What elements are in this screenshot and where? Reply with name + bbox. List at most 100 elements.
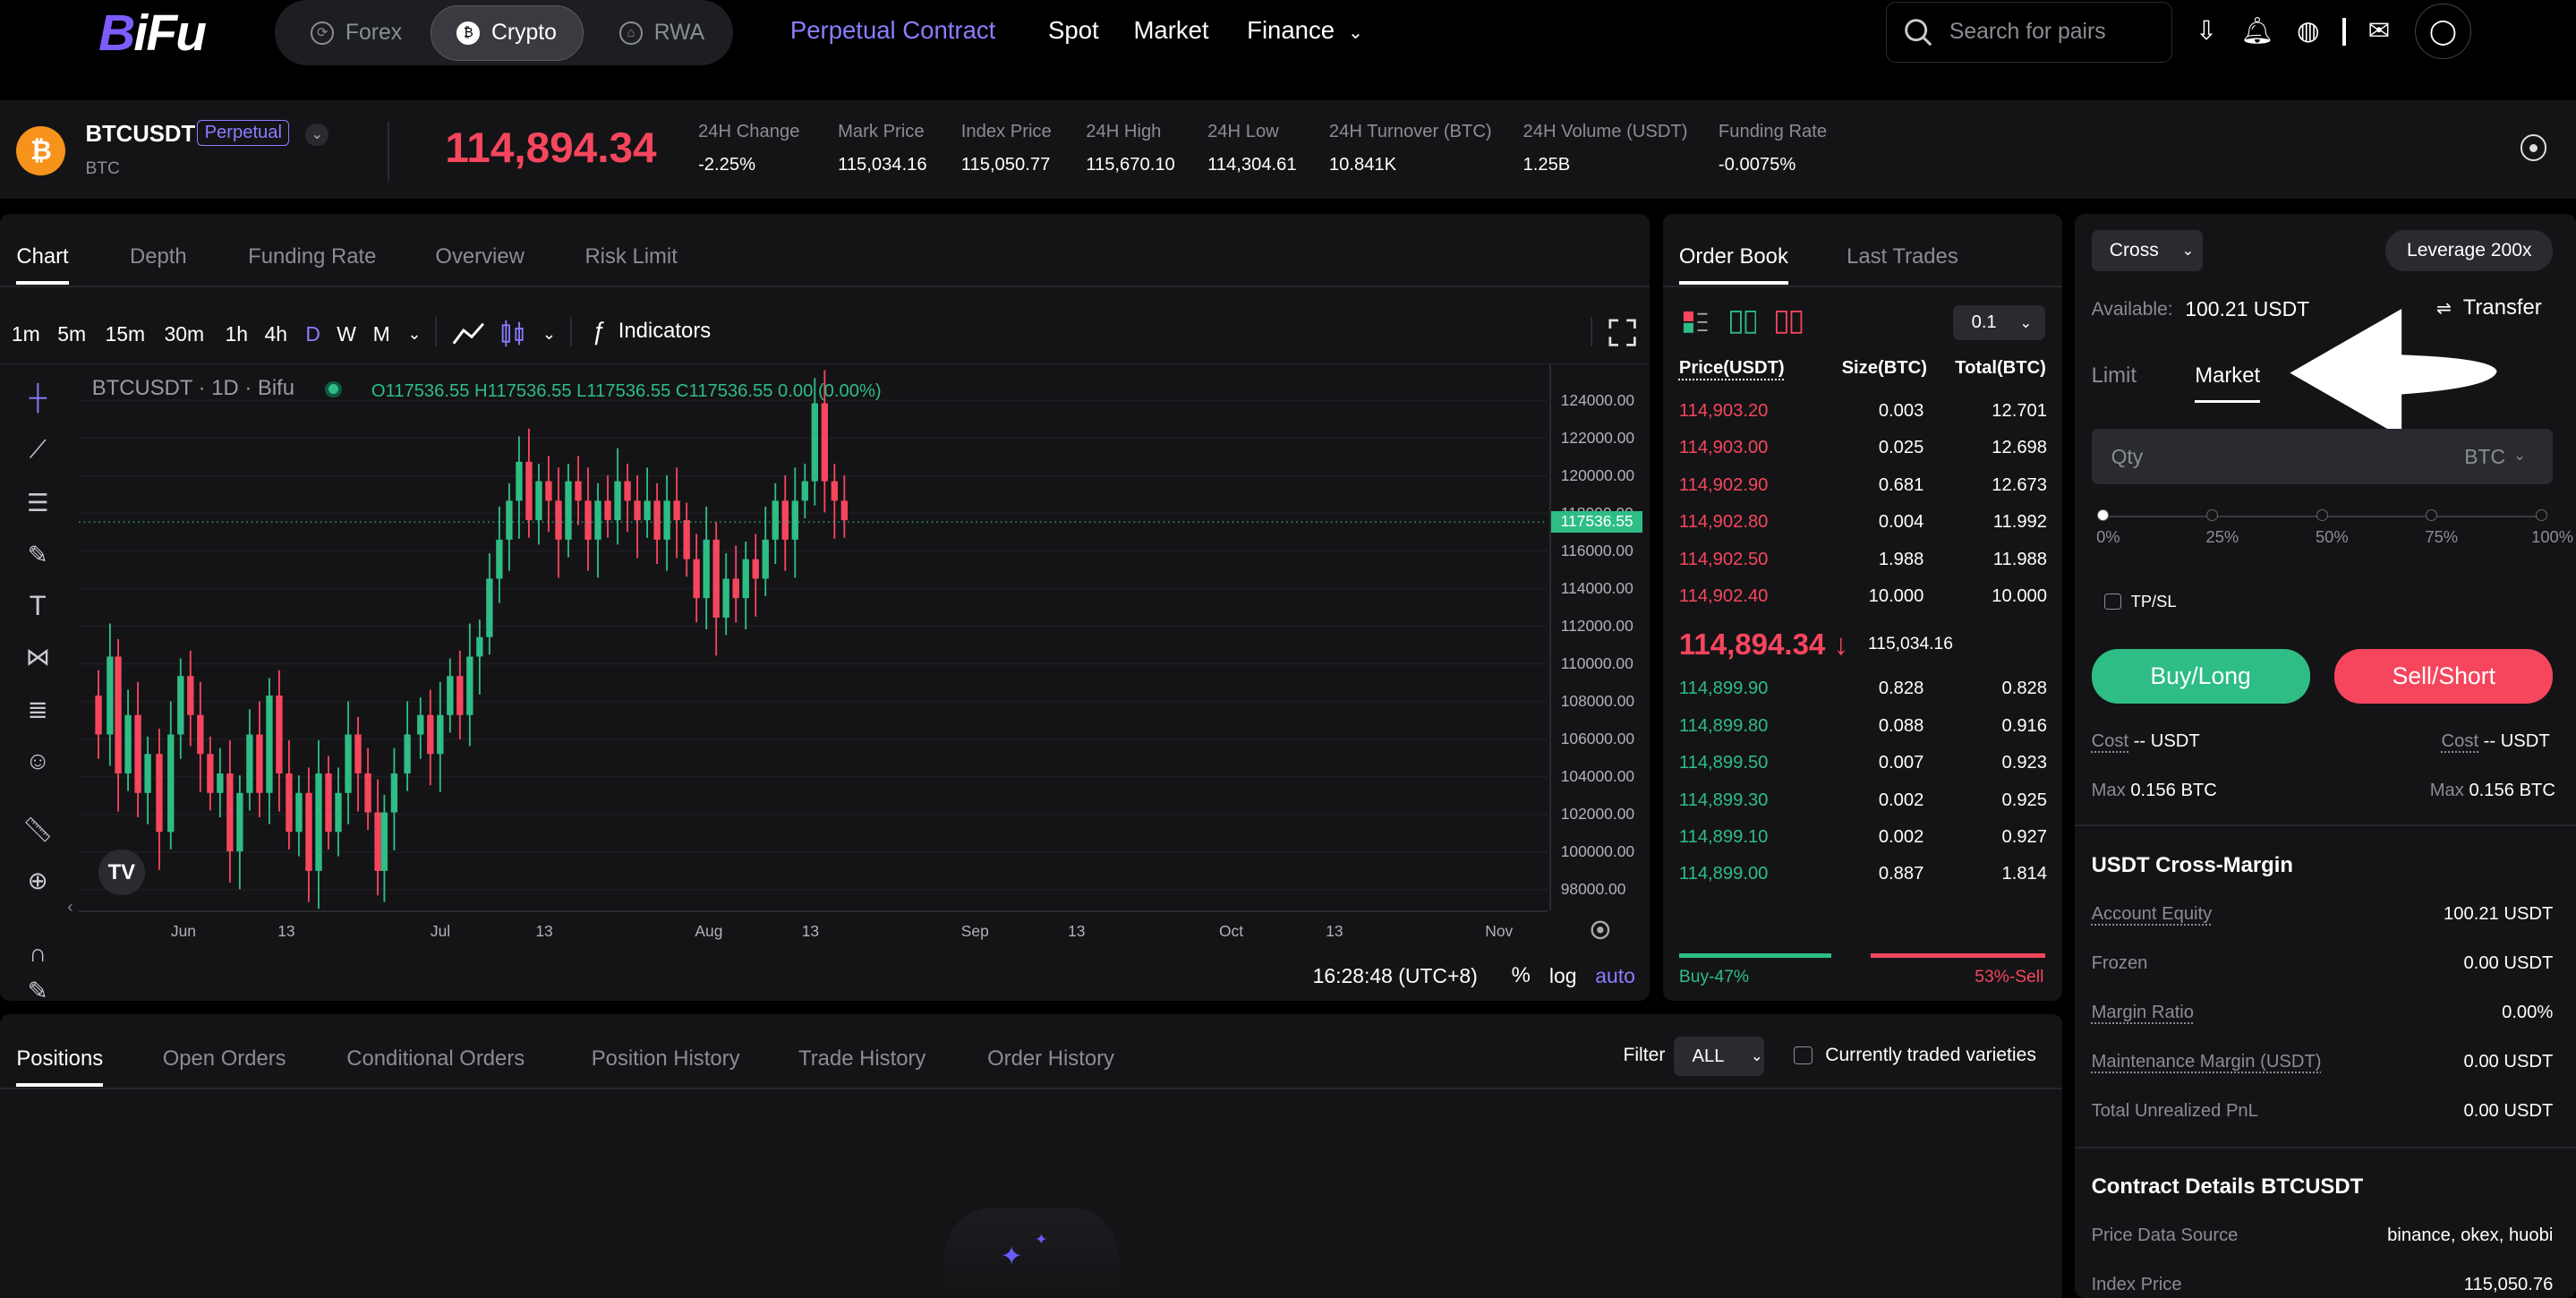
- user-avatar[interactable]: ◯: [2415, 4, 2470, 59]
- crosshair-icon[interactable]: ┼: [20, 380, 55, 415]
- timeframe-m[interactable]: M: [373, 322, 390, 346]
- tab-order-history[interactable]: Order History: [987, 1046, 1114, 1072]
- precision-select[interactable]: 0.1 ⌄: [1953, 305, 2045, 340]
- symbol-dropdown-icon[interactable]: ⌄: [305, 124, 328, 147]
- bid-row[interactable]: 114,899.30 0.002 0.925: [1679, 790, 2047, 814]
- tab-risk-limit[interactable]: Risk Limit: [584, 244, 677, 269]
- book-both-icon[interactable]: [1683, 311, 1709, 334]
- timeframe-30m[interactable]: 30m: [165, 322, 205, 346]
- tab-overview[interactable]: Overview: [435, 244, 524, 269]
- candle-body: [555, 501, 561, 541]
- text-tool-icon[interactable]: T: [20, 588, 55, 624]
- timeframe-more-icon[interactable]: ⌄: [407, 324, 421, 344]
- ask-row[interactable]: 114,902.40 10.000 10.000: [1679, 586, 2047, 610]
- nav-finance[interactable]: Finance ⌄: [1247, 16, 1363, 45]
- magnet-icon[interactable]: ∩: [20, 935, 55, 970]
- candle-body: [167, 735, 174, 833]
- candle-body: [584, 501, 591, 541]
- tab-open-orders[interactable]: Open Orders: [163, 1046, 286, 1072]
- ask-row[interactable]: 114,903.00 0.025 12.698: [1679, 438, 2047, 461]
- candlestick-chart[interactable]: [79, 364, 1548, 909]
- slider-stop[interactable]: [2426, 509, 2437, 521]
- globe-icon[interactable]: ◍: [2292, 15, 2325, 48]
- zoom-in-icon[interactable]: ⊕: [20, 863, 55, 899]
- timeframe-w[interactable]: W: [337, 322, 356, 346]
- slider-stop[interactable]: [2536, 509, 2547, 521]
- timeframe-1m[interactable]: 1m: [12, 322, 40, 346]
- segment-crypto[interactable]: ₿ Crypto: [431, 5, 584, 61]
- line-chart-icon[interactable]: [452, 320, 485, 346]
- tab-funding-rate[interactable]: Funding Rate: [248, 244, 376, 269]
- sell-short-button[interactable]: Sell/Short: [2334, 649, 2553, 704]
- settings-icon[interactable]: [2521, 134, 2546, 160]
- fullscreen-icon[interactable]: [1608, 319, 1636, 346]
- scale-auto[interactable]: auto: [1595, 964, 1635, 988]
- nav-market[interactable]: Market: [1133, 16, 1208, 45]
- horizontal-lines-icon[interactable]: ☰: [20, 484, 55, 520]
- ask-row[interactable]: 114,902.90 0.681 12.673: [1679, 475, 2047, 499]
- pattern-icon[interactable]: ⋈: [20, 639, 55, 675]
- bid-row[interactable]: 114,899.50 0.007 0.923: [1679, 753, 2047, 776]
- mid-mark-price[interactable]: 115,034.16: [1868, 635, 1953, 654]
- bid-row[interactable]: 114,899.00 0.887 1.814: [1679, 864, 2047, 887]
- tab-market[interactable]: Market: [2195, 363, 2260, 389]
- margin-mode-select[interactable]: Cross ⌄: [2092, 230, 2204, 271]
- search-input[interactable]: Search for pairs: [1886, 2, 2171, 63]
- indicators-button[interactable]: ƒ Indicators: [592, 317, 711, 346]
- collapse-toolbar-icon[interactable]: ‹: [67, 897, 73, 917]
- bell-icon[interactable]: 🔔︎: [2241, 15, 2274, 48]
- sparkle-icon: ✦: [1001, 1241, 1023, 1272]
- tab-position-history[interactable]: Position History: [592, 1046, 740, 1072]
- candle-type-icon[interactable]: [499, 319, 525, 348]
- buy-long-button[interactable]: Buy/Long: [2092, 649, 2310, 704]
- timeframe-15m[interactable]: 15m: [105, 322, 145, 346]
- logo[interactable]: BiFu: [98, 4, 205, 63]
- fib-lines-icon[interactable]: ≣: [20, 692, 55, 728]
- qty-unit-select[interactable]: BTC: [2464, 445, 2505, 469]
- lock-drawing-icon[interactable]: ✎: [20, 981, 55, 1001]
- tab-last-trades[interactable]: Last Trades: [1847, 244, 1958, 269]
- timeframe-5m[interactable]: 5m: [57, 322, 86, 346]
- bid-row[interactable]: 114,899.90 0.828 0.828: [1679, 679, 2047, 702]
- bid-row[interactable]: 114,899.80 0.088 0.916: [1679, 716, 2047, 739]
- ask-row[interactable]: 114,902.80 0.004 11.992: [1679, 512, 2047, 535]
- emoji-icon[interactable]: ☺: [20, 743, 55, 779]
- qty-input[interactable]: Qty BTC ⌄: [2092, 429, 2554, 484]
- ruler-icon[interactable]: 📏︎: [20, 812, 55, 848]
- segment-rwa[interactable]: ⌂ RWA: [596, 5, 728, 61]
- timeframe-4h[interactable]: 4h: [265, 322, 288, 346]
- trend-line-icon[interactable]: ⟋: [20, 432, 55, 468]
- download-icon[interactable]: ⇩: [2190, 15, 2223, 48]
- nav-spot[interactable]: Spot: [1048, 16, 1099, 45]
- timeframe-d[interactable]: D: [305, 322, 320, 346]
- tpsl-checkbox[interactable]: TP/SL: [2104, 592, 2176, 611]
- scale-log[interactable]: log: [1549, 964, 1577, 988]
- filter-select[interactable]: ALL ⌄: [1674, 1037, 1764, 1076]
- chart-type-more-icon[interactable]: ⌄: [542, 324, 556, 344]
- tab-chart[interactable]: Chart: [16, 244, 68, 269]
- tab-trade-history[interactable]: Trade History: [798, 1046, 925, 1072]
- brush-icon[interactable]: ✎: [20, 537, 55, 573]
- mail-icon[interactable]: ✉: [2362, 15, 2395, 48]
- tab-depth[interactable]: Depth: [130, 244, 187, 269]
- nav-perpetual-contract[interactable]: Perpetual Contract: [790, 16, 995, 45]
- tradingview-logo[interactable]: TV: [98, 850, 144, 895]
- tab-positions[interactable]: Positions: [16, 1046, 103, 1072]
- slider-stop[interactable]: [2316, 509, 2328, 521]
- axis-settings-icon[interactable]: [1589, 918, 1612, 942]
- timeframe-1h[interactable]: 1h: [225, 322, 248, 346]
- segment-forex[interactable]: ⟳ Forex: [287, 5, 425, 61]
- tab-conditional-orders[interactable]: Conditional Orders: [346, 1046, 525, 1072]
- leverage-button[interactable]: Leverage 200x: [2385, 230, 2553, 271]
- book-bids-icon[interactable]: [1730, 311, 1756, 334]
- tab-order-book[interactable]: Order Book: [1679, 244, 1788, 269]
- symbol-name[interactable]: BTCUSDT: [85, 122, 195, 148]
- scale-percent[interactable]: %: [1512, 963, 1531, 988]
- traded-varieties-checkbox[interactable]: Currently traded varieties: [1794, 1045, 2036, 1066]
- ask-row[interactable]: 114,903.20 0.003 12.701: [1679, 401, 2047, 424]
- bid-row[interactable]: 114,899.10 0.002 0.927: [1679, 827, 2047, 850]
- ask-row[interactable]: 114,902.50 1.988 11.988: [1679, 550, 2047, 573]
- book-asks-icon[interactable]: [1776, 311, 1802, 334]
- tab-limit[interactable]: Limit: [2092, 363, 2137, 389]
- slider-stop[interactable]: [2097, 509, 2109, 521]
